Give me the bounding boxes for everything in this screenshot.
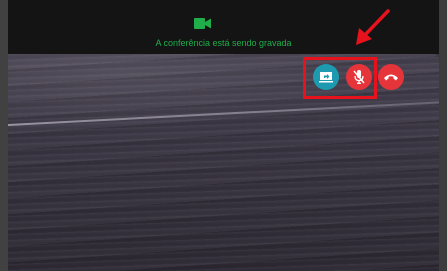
arrow-icon	[356, 9, 390, 45]
left-edge	[0, 0, 8, 271]
controls-highlight-box	[303, 57, 377, 99]
phone-hangup-icon	[384, 74, 398, 81]
right-edge	[439, 0, 447, 271]
video-camera-icon	[194, 18, 211, 29]
hang-up-button[interactable]	[378, 64, 404, 90]
